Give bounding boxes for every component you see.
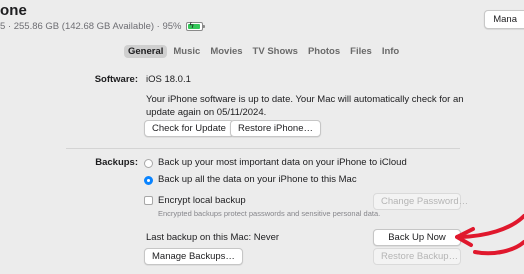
restore-backup-button[interactable]: Restore Backup…: [373, 248, 461, 265]
annotation-arrow-icon: [455, 214, 524, 256]
tab-files[interactable]: Files: [346, 45, 376, 58]
software-status-line-1: Your iPhone software is up to date. Your…: [146, 94, 464, 105]
tab-music[interactable]: Music: [169, 45, 204, 58]
last-backup-text: Last backup on this Mac: Never: [146, 232, 280, 243]
backup-icloud-label[interactable]: Back up your most important data on your…: [158, 156, 407, 169]
backup-mac-label[interactable]: Back up all the data on your iPhone to t…: [158, 173, 357, 186]
software-status: Your iPhone software is up to date. Your…: [146, 93, 466, 119]
tab-info[interactable]: Info: [378, 45, 403, 58]
software-version: iOS 18.0.1: [146, 74, 191, 85]
annotation-arrow-shaft: [459, 214, 524, 239]
change-password-button[interactable]: Change Password…: [373, 193, 468, 210]
software-status-line-2: update again on 05/11/2024.: [146, 107, 267, 118]
device-info: 5 · 255.86 GB (142.68 GB Available) · 95…: [0, 21, 205, 32]
tab-photos[interactable]: Photos: [304, 45, 344, 58]
device-info-text: 5 · 255.86 GB (142.68 GB Available) · 95…: [0, 21, 182, 32]
backup-mac-radio[interactable]: [144, 176, 153, 185]
software-label: Software:: [94, 74, 138, 85]
section-divider: [66, 148, 460, 149]
tab-general[interactable]: General: [124, 45, 168, 58]
battery-icon: ϟ: [185, 21, 205, 31]
back-up-now-button[interactable]: Back Up Now: [373, 229, 461, 246]
tab-bar: General Music Movies TV Shows Photos Fil…: [124, 45, 403, 58]
tab-movies[interactable]: Movies: [206, 45, 246, 58]
device-name: one: [0, 2, 27, 19]
battery-tip: [202, 25, 205, 28]
charging-bolt-icon: ϟ: [189, 21, 194, 30]
encrypt-backup-checkbox[interactable]: [144, 196, 153, 205]
annotation-arrow-tail: [473, 240, 524, 256]
encrypt-backup-note: Encrypted backups protect passwords and …: [158, 209, 381, 218]
manage-storage-button[interactable]: Mana: [484, 10, 524, 29]
encrypt-backup-label[interactable]: Encrypt local backup: [158, 194, 246, 207]
manage-backups-button[interactable]: Manage Backups…: [144, 248, 243, 265]
backups-label: Backups:: [95, 157, 138, 168]
tab-tv-shows[interactable]: TV Shows: [249, 45, 302, 58]
check-for-update-button[interactable]: Check for Update: [144, 120, 234, 137]
restore-iphone-button[interactable]: Restore iPhone…: [230, 120, 321, 137]
backup-icloud-radio[interactable]: [144, 159, 153, 168]
